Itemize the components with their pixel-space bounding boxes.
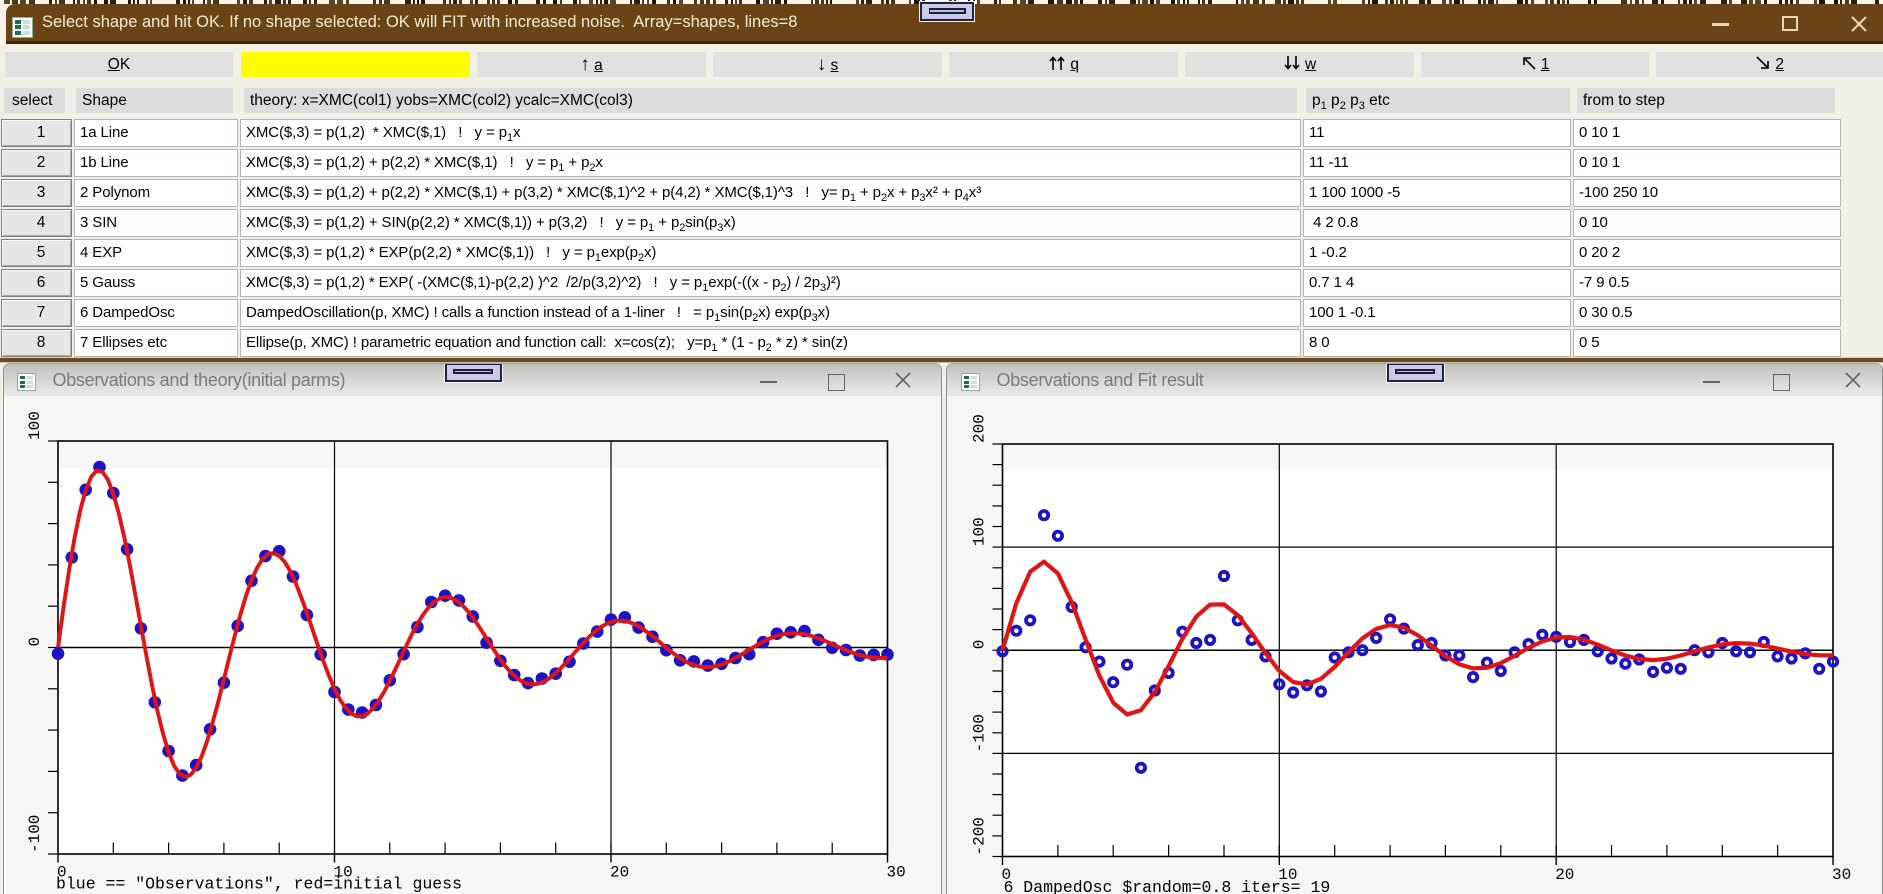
svg-text:-100: -100 [26, 815, 44, 853]
svg-text:blue == "Observations", red=in: blue == "Observations", red=initial gues… [56, 875, 462, 894]
svg-text:-100: -100 [970, 714, 988, 752]
svg-text:20: 20 [1555, 866, 1574, 884]
svg-text:200: 200 [970, 414, 988, 443]
svg-text:30: 30 [886, 864, 905, 882]
svg-text:0: 0 [970, 640, 988, 650]
svg-text:100: 100 [26, 411, 44, 440]
svg-text:30: 30 [1832, 866, 1851, 884]
svg-text:0: 0 [26, 637, 44, 647]
svg-text:-200: -200 [970, 817, 988, 855]
svg-text:100: 100 [970, 517, 988, 546]
svg-text:6 DampedOsc $random=0.8 iters=: 6 DampedOsc $random=0.8 iters= 19 [1003, 878, 1330, 894]
svg-text:20: 20 [610, 864, 629, 882]
